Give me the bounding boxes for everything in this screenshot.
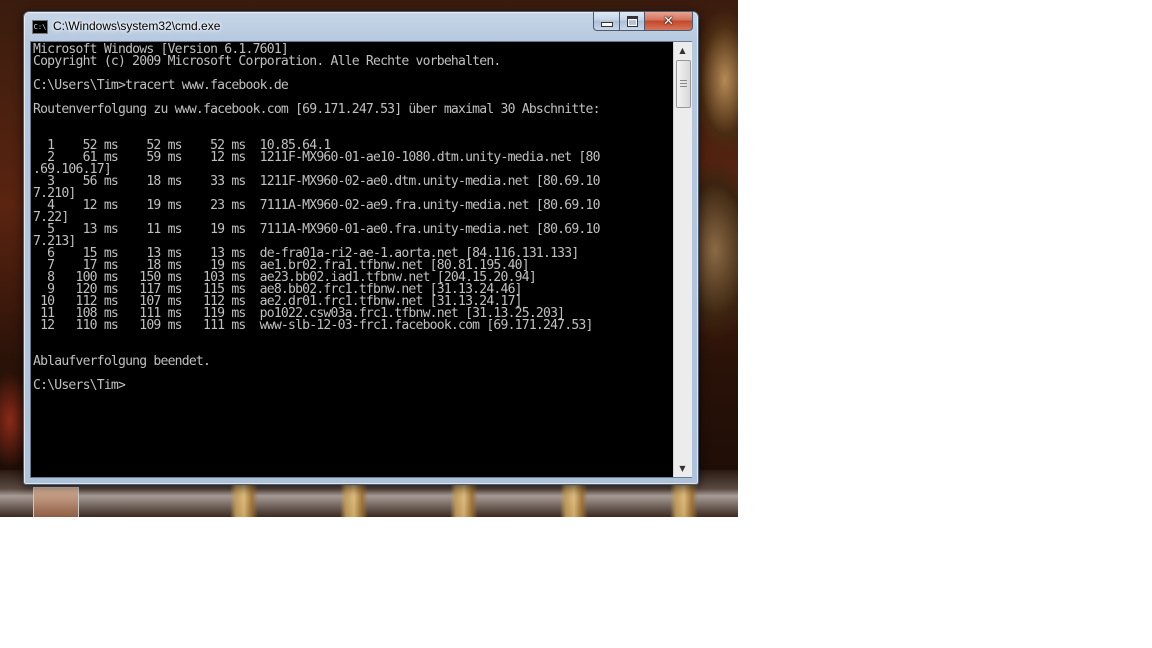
scroll-down-arrow-icon[interactable]: ▼ xyxy=(674,460,691,477)
console-line: Copyright (c) 2009 Microsoft Corporation… xyxy=(33,54,501,69)
console-line: C:\Users\Tim>tracert www.facebook.de xyxy=(33,78,289,93)
maximize-button[interactable] xyxy=(620,12,645,31)
console-line: 5 13 ms 11 ms 19 ms 7111A-MX960-01-ae0.f… xyxy=(33,222,600,237)
console-line: Routenverfolgung zu www.facebook.com [69… xyxy=(33,102,600,117)
minimize-icon xyxy=(600,21,613,27)
console-line: 2 61 ms 59 ms 12 ms 1211F-MX960-01-ae10-… xyxy=(33,150,600,165)
close-icon: ✕ xyxy=(663,13,674,29)
console-line: 12 110 ms 109 ms 111 ms www-slb-12-03-fr… xyxy=(33,318,593,333)
window-title: C:\Windows\system32\cmd.exe xyxy=(53,19,221,33)
console-line: C:\Users\Tim> xyxy=(33,378,126,393)
title-bar[interactable]: C:\ C:\Windows\system32\cmd.exe ✕ xyxy=(24,12,698,40)
scroll-thumb[interactable] xyxy=(676,60,691,108)
cmd-window[interactable]: C:\ C:\Windows\system32\cmd.exe ✕ Micros… xyxy=(23,11,699,485)
cmd-app-icon[interactable]: C:\ xyxy=(32,20,48,34)
console-line: Ablaufverfolgung beendet. xyxy=(33,354,211,369)
scroll-up-arrow-icon[interactable]: ▲ xyxy=(674,42,691,59)
minimize-button[interactable] xyxy=(593,12,620,31)
thumb-grip-line xyxy=(680,80,687,81)
window-controls: ✕ xyxy=(593,12,693,31)
console-client-area: Microsoft Windows [Version 6.1.7601] Copy… xyxy=(30,41,692,478)
close-button[interactable]: ✕ xyxy=(645,12,693,31)
maximize-icon xyxy=(626,15,638,27)
thumb-grip-line xyxy=(680,83,687,84)
console-line: 4 12 ms 19 ms 23 ms 7111A-MX960-02-ae9.f… xyxy=(33,198,600,213)
console-text: Microsoft Windows [Version 6.1.7601] Copy… xyxy=(31,42,673,392)
vertical-scrollbar[interactable]: ▲ ▼ xyxy=(673,42,692,477)
console-line: 3 56 ms 18 ms 33 ms 1211F-MX960-02-ae0.d… xyxy=(33,174,600,189)
desktop-avatar-thumbnail xyxy=(33,487,79,517)
thumb-grip-line xyxy=(680,86,687,87)
console-output[interactable]: Microsoft Windows [Version 6.1.7601] Copy… xyxy=(31,42,673,477)
